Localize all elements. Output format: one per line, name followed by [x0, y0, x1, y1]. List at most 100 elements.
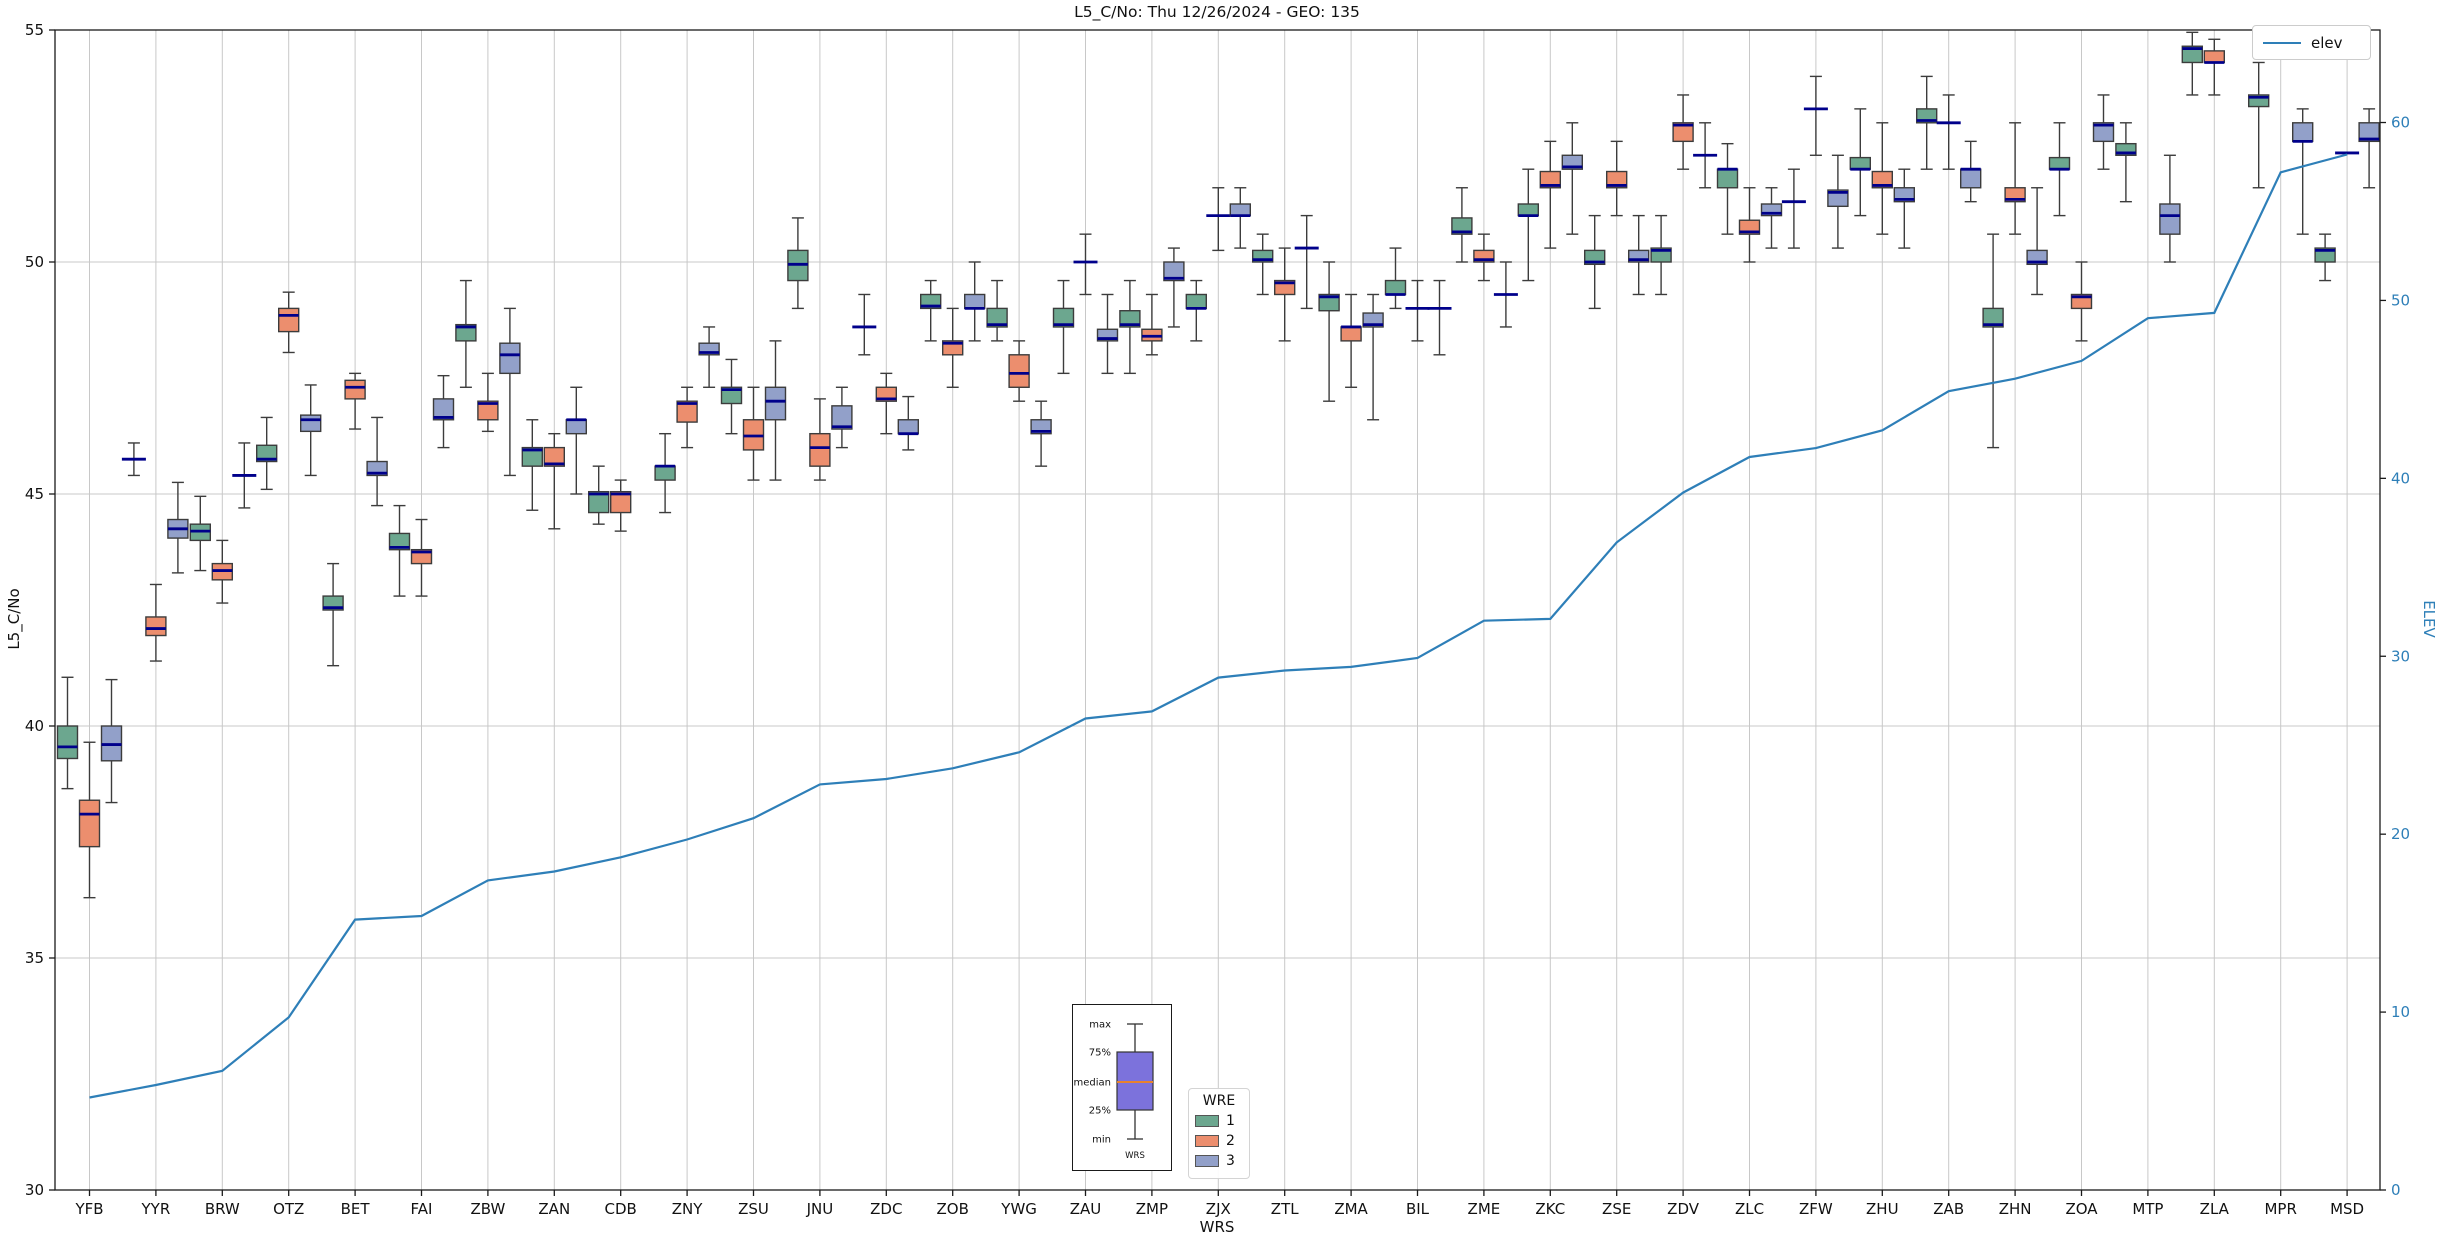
wre2-color-patch — [1195, 1135, 1219, 1147]
box-ZHN-wre1 — [1982, 233, 2004, 449]
box-ZME-wre1 — [1451, 187, 1473, 263]
box-ZNY-wre3 — [698, 326, 720, 388]
x-tick-MTP: MTP — [2132, 1200, 2163, 1218]
box-ZAN-wre3 — [565, 386, 587, 495]
box-ZHU-wre3 — [1893, 168, 1916, 249]
x-tick-YYR: YYR — [141, 1200, 171, 1218]
right-axis-label: ELEV — [2420, 600, 2438, 638]
box-ZMA-wre2 — [1340, 293, 1362, 388]
box-series-1 — [56, 31, 2336, 790]
left-tick-35: 35 — [25, 949, 44, 967]
x-tick-BET: BET — [341, 1200, 371, 1218]
boxplot-anatomy-inset: max 75% median 25% min WRS — [1072, 1004, 1172, 1171]
box-ZOB-wre2 — [942, 307, 964, 388]
x-tick-MSD: MSD — [2330, 1200, 2364, 1218]
box-OTZ-wre3 — [300, 384, 322, 477]
x-tick-OTZ: OTZ — [273, 1200, 304, 1218]
x-tick-ZKC: ZKC — [1535, 1200, 1565, 1218]
x-tick-ZMA: ZMA — [1334, 1200, 1368, 1218]
wre1-label: 1 — [1226, 1113, 1235, 1129]
box-ZKC-wre1 — [1517, 168, 1540, 282]
right-tick-50: 50 — [2391, 291, 2410, 309]
boxplot-chart-svg: 30 35 40 45 50 55 0 10 20 30 40 50 60 YFB YYR BRW OTZ BET… — [25, 21, 2410, 1218]
wre-legend: WRE 1 2 3 — [1188, 1088, 1250, 1179]
box-BRW-wre3 — [232, 442, 257, 509]
box-ZSU-wre3 — [764, 340, 787, 481]
box-YYR-wre2 — [145, 583, 167, 662]
box-ZDC-wre3 — [897, 395, 919, 451]
box-ZBW-wre3 — [499, 307, 521, 477]
box-YYR-wre1 — [121, 442, 146, 477]
inset-label-75%: 75% — [1089, 1048, 1111, 1059]
box-YFB-wre1 — [56, 676, 79, 790]
box-ZOA-wre2 — [2070, 261, 2093, 342]
x-tick-YFB: YFB — [74, 1200, 103, 1218]
x-tick-ZOA: ZOA — [2065, 1200, 2098, 1218]
axes-spines — [54, 29, 2381, 1191]
left-tick-50: 50 — [25, 253, 44, 271]
box-ZAB-wre1 — [1915, 75, 1938, 170]
box-FAI-wre3 — [432, 374, 455, 449]
box-ZOA-wre3 — [2092, 94, 2115, 170]
x-tick-ZDV: ZDV — [1667, 1200, 1700, 1218]
right-tick-20: 20 — [2391, 825, 2410, 843]
box-BIL-wre3 — [1427, 279, 1452, 356]
box-ZHN-wre2 — [2004, 122, 2026, 235]
box-OTZ-wre1 — [256, 416, 278, 491]
box-ZAN-wre2 — [543, 432, 565, 530]
box-ZME-wre2 — [1473, 233, 1495, 282]
x-tick-ZSE: ZSE — [1602, 1200, 1631, 1218]
box-JNU-wre2 — [809, 398, 831, 481]
box-ZLC-wre2 — [1738, 187, 1761, 263]
box-ZMP-wre2 — [1141, 293, 1163, 356]
x-tick-ZLA: ZLA — [2200, 1200, 2230, 1218]
x-tick-MPR: MPR — [2264, 1200, 2296, 1218]
x-tick-JNU: JNU — [806, 1200, 834, 1218]
left-tick-55: 55 — [25, 21, 44, 39]
box-ZMA-wre1 — [1318, 261, 1340, 402]
gridlines — [55, 30, 2380, 1190]
elev-legend: elev — [2252, 25, 2371, 60]
inset-label-median: median — [1074, 1078, 1112, 1089]
left-tick-40: 40 — [25, 717, 44, 735]
figure: 30 35 40 45 50 55 0 10 20 30 40 50 60 YFB YYR BRW OTZ BET… — [0, 0, 2439, 1238]
box-ZLA-wre1 — [2181, 31, 2204, 96]
box-ZKC-wre2 — [1539, 140, 1562, 249]
box-BET-wre2 — [344, 372, 366, 430]
box-ZBW-wre1 — [455, 279, 477, 388]
box-MTP-wre1 — [2115, 122, 2137, 203]
wre-legend-row-2: 2 — [1195, 1133, 1243, 1149]
x-tick-ZMP: ZMP — [1136, 1200, 1168, 1218]
x-tick-ZHU: ZHU — [1866, 1200, 1899, 1218]
box-YFB-wre2 — [78, 741, 101, 899]
box-YFB-wre3 — [100, 678, 123, 804]
box-ZME-wre3 — [1493, 261, 1518, 328]
box-MPR-wre3 — [2291, 108, 2314, 235]
box-ZSE-wre3 — [1627, 214, 1650, 296]
box-ZAU-wre2 — [1073, 233, 1098, 296]
inset-label-25%: 25% — [1089, 1106, 1111, 1117]
box-BET-wre1 — [322, 562, 344, 667]
elev-legend-label: elev — [2311, 33, 2343, 52]
box-ZJX-wre3 — [1229, 187, 1252, 249]
x-tick-ZME: ZME — [1468, 1200, 1501, 1218]
wre-legend-title: WRE — [1202, 1093, 1236, 1109]
box-ZOA-wre1 — [2048, 122, 2071, 217]
box-ZMA-wre3 — [1362, 293, 1384, 421]
x-tick-CDB: CDB — [605, 1200, 637, 1218]
box-ZDV-wre3 — [1693, 122, 1718, 189]
x-tick-ZJX: ZJX — [1206, 1200, 1231, 1218]
wre3-label: 3 — [1226, 1153, 1235, 1169]
box-ZAN-wre1 — [521, 419, 543, 511]
box-ZAB-wre3 — [1959, 140, 1982, 203]
box-BIL-wre1 — [1384, 247, 1407, 310]
right-tick-60: 60 — [2391, 114, 2410, 132]
box-MTP-wre3 — [2159, 154, 2181, 263]
x-tick-BRW: BRW — [205, 1200, 240, 1218]
box-ZHN-wre3 — [2026, 187, 2048, 296]
box-ZSE-wre2 — [1605, 140, 1628, 217]
box-ZFW-wre1 — [1781, 168, 1806, 249]
left-tick-30: 30 — [25, 1181, 44, 1199]
wre3-color-patch — [1195, 1155, 1219, 1167]
box-ZDV-wre1 — [1650, 214, 1672, 296]
